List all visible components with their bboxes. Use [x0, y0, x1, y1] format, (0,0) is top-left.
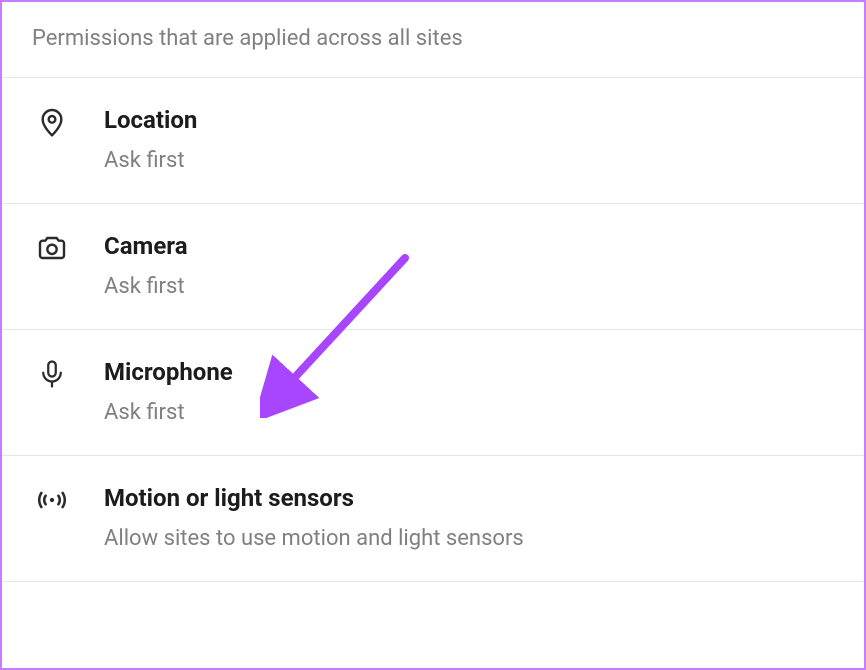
permission-title: Camera [104, 232, 188, 260]
permissions-header: Permissions that are applied across all … [2, 2, 864, 78]
permission-subtitle: Ask first [104, 274, 188, 299]
permission-title: Motion or light sensors [104, 484, 524, 512]
permission-row-camera[interactable]: Camera Ask first [2, 204, 864, 330]
permission-row-motion-sensors[interactable]: Motion or light sensors Allow sites to u… [2, 456, 864, 582]
camera-icon [32, 228, 72, 268]
motion-sensors-icon [32, 480, 72, 520]
permission-row-microphone[interactable]: Microphone Ask first [2, 330, 864, 456]
permission-title: Microphone [104, 358, 233, 386]
permission-subtitle: Ask first [104, 400, 233, 425]
permission-title: Location [104, 106, 197, 134]
microphone-icon [32, 354, 72, 394]
location-icon [32, 102, 72, 142]
permission-subtitle: Ask first [104, 148, 197, 173]
permission-row-location[interactable]: Location Ask first [2, 78, 864, 204]
permission-subtitle: Allow sites to use motion and light sens… [104, 526, 524, 551]
